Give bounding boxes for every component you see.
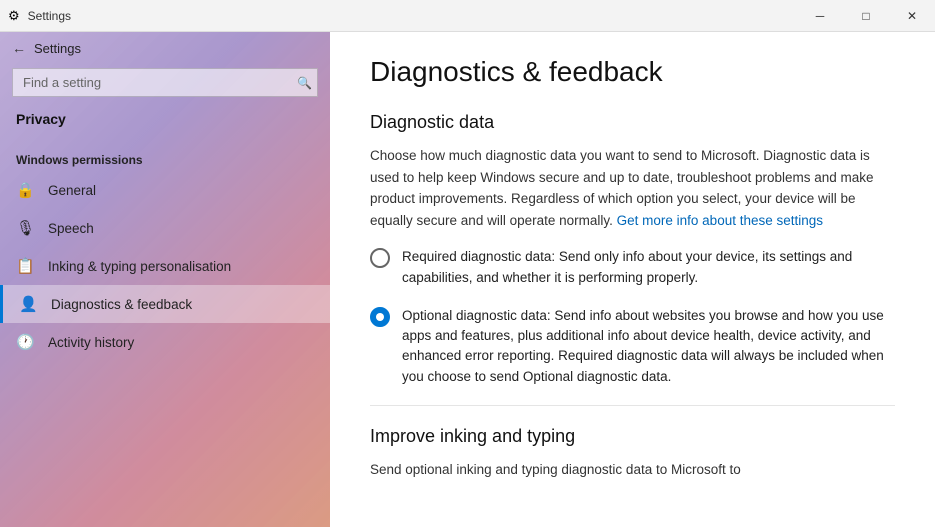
- main-panel: Diagnostics & feedback Diagnostic data C…: [330, 32, 935, 527]
- sidebar-item-inking[interactable]: 📋 Inking & typing personalisation: [0, 247, 330, 285]
- search-input[interactable]: [12, 68, 318, 97]
- required-data-label: Required diagnostic data: Send only info…: [402, 247, 895, 288]
- back-button[interactable]: ← Settings: [0, 32, 330, 64]
- required-data-option[interactable]: Required diagnostic data: Send only info…: [370, 247, 895, 288]
- diagnostic-data-title: Diagnostic data: [370, 112, 895, 133]
- nav-label-general: General: [48, 183, 96, 198]
- nav-label-activity: Activity history: [48, 335, 134, 350]
- diagnostics-icon: 👤: [19, 295, 37, 313]
- title-bar: ⚙ Settings ─ □ ✕: [0, 0, 935, 32]
- more-info-link[interactable]: Get more info about these settings: [617, 213, 823, 228]
- privacy-header: Privacy: [0, 105, 330, 133]
- minimize-button[interactable]: ─: [797, 0, 843, 32]
- optional-data-label: Optional diagnostic data: Send info abou…: [402, 306, 895, 387]
- title-bar-title: Settings: [28, 9, 71, 23]
- required-radio-button[interactable]: [370, 248, 390, 268]
- optional-data-option[interactable]: Optional diagnostic data: Send info abou…: [370, 306, 895, 387]
- close-button[interactable]: ✕: [889, 0, 935, 32]
- app-title-label: Settings: [34, 41, 81, 56]
- maximize-button[interactable]: □: [843, 0, 889, 32]
- settings-icon: ⚙: [8, 8, 20, 24]
- sidebar-item-activity[interactable]: 🕐 Activity history: [0, 323, 330, 361]
- sidebar: ← Settings 🔍 Privacy Windows permissions…: [0, 32, 330, 527]
- sidebar-item-general[interactable]: 🔒 General: [0, 171, 330, 209]
- windows-permissions-label: Windows permissions: [0, 145, 330, 171]
- speech-icon: 🎙: [16, 219, 34, 237]
- search-container: 🔍: [12, 68, 318, 97]
- optional-radio-button[interactable]: [370, 307, 390, 327]
- nav-label-diagnostics: Diagnostics & feedback: [51, 297, 192, 312]
- title-bar-controls: ─ □ ✕: [797, 0, 935, 32]
- nav-label-speech: Speech: [48, 221, 94, 236]
- section-divider: [370, 405, 895, 406]
- inking-icon: 📋: [16, 257, 34, 275]
- sidebar-item-speech[interactable]: 🎙 Speech: [0, 209, 330, 247]
- diagnostic-data-description: Choose how much diagnostic data you want…: [370, 145, 895, 231]
- improve-inking-description: Send optional inking and typing diagnost…: [370, 459, 895, 481]
- nav-label-inking: Inking & typing personalisation: [48, 259, 231, 274]
- search-icon: 🔍: [297, 76, 312, 90]
- back-arrow-icon: ←: [12, 40, 26, 56]
- page-title: Diagnostics & feedback: [370, 56, 895, 88]
- app-body: ← Settings 🔍 Privacy Windows permissions…: [0, 32, 935, 527]
- title-bar-left: ⚙ Settings: [8, 8, 71, 24]
- sidebar-item-diagnostics[interactable]: 👤 Diagnostics & feedback: [0, 285, 330, 323]
- improve-inking-title: Improve inking and typing: [370, 426, 895, 447]
- lock-icon: 🔒: [16, 181, 34, 199]
- activity-icon: 🕐: [16, 333, 34, 351]
